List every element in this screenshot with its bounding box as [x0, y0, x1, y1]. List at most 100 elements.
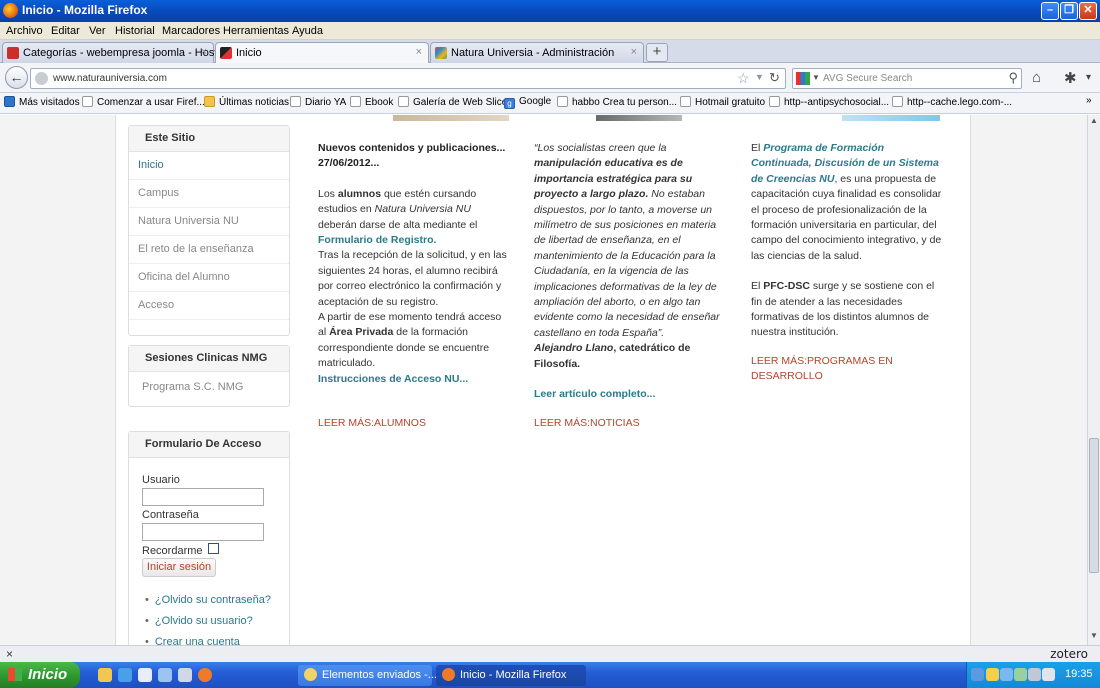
url-bar[interactable]: www.naturauniversia.com ☆ ▼ ↻ [30, 68, 786, 89]
scroll-down-icon[interactable]: ▼ [1088, 631, 1100, 644]
read-more-noticias-link[interactable]: LEER MÁS:NOTICIAS [534, 416, 726, 431]
menu-archivo[interactable]: Archivo [6, 25, 43, 37]
module-title: Este Sitio [129, 126, 289, 152]
explorer-quicklaunch-icon[interactable] [98, 668, 112, 682]
password-input[interactable] [142, 523, 264, 541]
menu-item-reto-ensenanza[interactable]: El reto de la enseñanza [129, 236, 289, 264]
avg-icon[interactable] [796, 72, 810, 85]
bookmarks-toolbar: Más visitados Comenzar a usar Firef... Ú… [0, 93, 1100, 114]
app-quicklaunch-icon[interactable] [178, 668, 192, 682]
tray-icon[interactable] [1014, 668, 1027, 681]
extension-icon[interactable]: ✱ [1064, 69, 1077, 87]
window-title-bar[interactable]: Inicio - Mozilla Firefox – ❐ ✕ [0, 0, 1100, 22]
create-account-link[interactable]: • Crear una cuenta [145, 636, 240, 645]
minimize-button[interactable]: – [1041, 2, 1059, 20]
tab-close-icon[interactable]: × [631, 46, 637, 58]
bookmark-mas-visitados[interactable]: Más visitados [4, 96, 80, 108]
tab-close-icon[interactable]: × [201, 46, 207, 58]
menu-herramientas[interactable]: Herramientas [223, 25, 289, 37]
taskbar-item-elementos-enviados[interactable]: Elementos enviados -... [298, 665, 437, 686]
bookmark-hotmail[interactable]: Hotmail gratuito [680, 96, 765, 108]
zotero-button[interactable]: zotero [1050, 647, 1088, 661]
bookmark-lego[interactable]: http--cache.lego.com-... [892, 96, 1012, 108]
alumnos-paragraph: Los alumnos que estén cursando estudios … [318, 187, 478, 247]
page-icon [892, 96, 903, 107]
globe-icon [35, 72, 48, 85]
word-quicklaunch-icon[interactable] [138, 668, 152, 682]
taskbar-item-firefox[interactable]: Inicio - Mozilla Firefox [436, 665, 586, 686]
bookmark-antipsychosocial[interactable]: http--antipsychosocial... [769, 96, 889, 108]
access-paragraph: A partir de ese momento tendrá acceso al… [318, 311, 502, 370]
forgot-password-link[interactable]: • ¿Olvido su contraseña? [145, 594, 271, 606]
menu-ver[interactable]: Ver [89, 25, 106, 37]
login-button[interactable]: Iniciar sesión [142, 558, 216, 577]
history-dropdown-icon[interactable]: ▼ [755, 72, 764, 82]
bookmark-ebook[interactable]: Ebook [350, 96, 393, 108]
toolbar-overflow-icon[interactable]: ▾ [1086, 72, 1091, 83]
volume-icon[interactable] [1042, 668, 1055, 681]
read-full-article-link[interactable]: Leer artículo completo... [534, 387, 726, 402]
menu-editar[interactable]: Editar [51, 25, 80, 37]
menu-ayuda[interactable]: Ayuda [292, 25, 323, 37]
username-input[interactable] [142, 488, 264, 506]
forgot-username-link[interactable]: • ¿Olvido su usuario? [145, 615, 253, 627]
read-more-alumnos-link[interactable]: LEER MÁS:ALUMNOS [318, 416, 510, 431]
page-icon [680, 96, 691, 107]
bookmarks-folder-icon [4, 96, 15, 107]
scroll-up-icon[interactable]: ▲ [1088, 116, 1100, 129]
tab-label: Inicio [236, 47, 262, 59]
read-more-programas-link[interactable]: LEER MÁS:PROGRAMAS EN DESARROLLO [751, 354, 943, 385]
firefox-quicklaunch-icon[interactable] [198, 668, 212, 682]
bullet-icon: • [145, 615, 149, 627]
back-button[interactable]: ← [5, 66, 28, 89]
start-button[interactable]: Inicio [0, 662, 80, 688]
menu-item-natura-universia[interactable]: Natura Universia NU [129, 208, 289, 236]
remember-checkbox[interactable] [208, 543, 219, 554]
access-instructions-link[interactable]: Instrucciones de Acceso NU... [318, 372, 510, 387]
remember-label: Recordarme [142, 545, 203, 557]
ie-quicklaunch-icon[interactable] [118, 668, 132, 682]
menu-item-oficina-alumno[interactable]: Oficina del Alumno [129, 264, 289, 292]
search-engine-dropdown-icon[interactable]: ▼ [812, 73, 820, 82]
bookmarks-overflow-icon[interactable]: » [1086, 95, 1092, 106]
page-icon [398, 96, 409, 107]
bookmark-ultimas-noticias[interactable]: Últimas noticias [204, 96, 289, 108]
taskbar: Inicio Elementos enviados -... Inicio - … [0, 662, 1100, 688]
reload-icon[interactable]: ↻ [769, 70, 780, 86]
menu-marcadores[interactable]: Marcadores [162, 25, 220, 37]
banner-image-fragment [842, 115, 940, 121]
bookmark-star-icon[interactable]: ☆ [737, 70, 750, 87]
tray-arrow-icon[interactable] [971, 668, 984, 681]
vertical-scrollbar[interactable]: ▲ ▼ [1087, 115, 1100, 645]
tray-icon[interactable] [986, 668, 999, 681]
tab-inicio[interactable]: Inicio × [215, 42, 429, 64]
pfc-dsc-paragraph: El PFC-DSC surge y se sostiene con el fi… [751, 280, 935, 339]
search-icon[interactable]: ⚲ [1008, 70, 1018, 86]
menu-item-acceso[interactable]: Acceso [129, 292, 289, 320]
menu-item-programa-sc-nmg[interactable]: Programa S.C. NMG [129, 372, 289, 400]
network-icon[interactable] [1028, 668, 1041, 681]
tab-categorias[interactable]: Categorías - webempresa joomla - Hostin.… [2, 42, 235, 63]
maximize-button[interactable]: ❐ [1060, 2, 1078, 20]
menu-historial[interactable]: Historial [115, 25, 155, 37]
tab-administracion[interactable]: Natura Universia - Administración × [430, 42, 644, 63]
new-tab-button[interactable]: + [646, 43, 668, 62]
quote-author: Alejandro Llano, catedrático de Filosofí… [534, 342, 691, 370]
bookmark-habbo[interactable]: habbo Crea tu person... [557, 96, 677, 108]
addon-bar-close-icon[interactable]: × [6, 647, 13, 661]
registration-form-link[interactable]: Formulario de Registro. [318, 234, 436, 246]
menu-item-inicio[interactable]: Inicio [129, 152, 289, 180]
bookmark-diario-ya[interactable]: Diario YA [290, 96, 346, 108]
menu-item-campus[interactable]: Campus [129, 180, 289, 208]
home-icon[interactable]: ⌂ [1032, 69, 1041, 86]
joomla-admin-favicon-icon [435, 47, 447, 59]
tab-close-icon[interactable]: × [416, 46, 422, 58]
app-quicklaunch-icon[interactable] [158, 668, 172, 682]
search-bar[interactable]: ▼ AVG Secure Search ⚲ [792, 68, 1022, 89]
tray-icon[interactable] [1000, 668, 1013, 681]
bookmark-google[interactable]: g Google [504, 96, 551, 109]
bookmark-galeria-web-slice[interactable]: Galería de Web Slice [398, 96, 507, 108]
scrollbar-thumb[interactable] [1089, 438, 1099, 573]
close-button[interactable]: ✕ [1079, 2, 1097, 20]
bookmark-comenzar[interactable]: Comenzar a usar Firef... [82, 96, 205, 108]
